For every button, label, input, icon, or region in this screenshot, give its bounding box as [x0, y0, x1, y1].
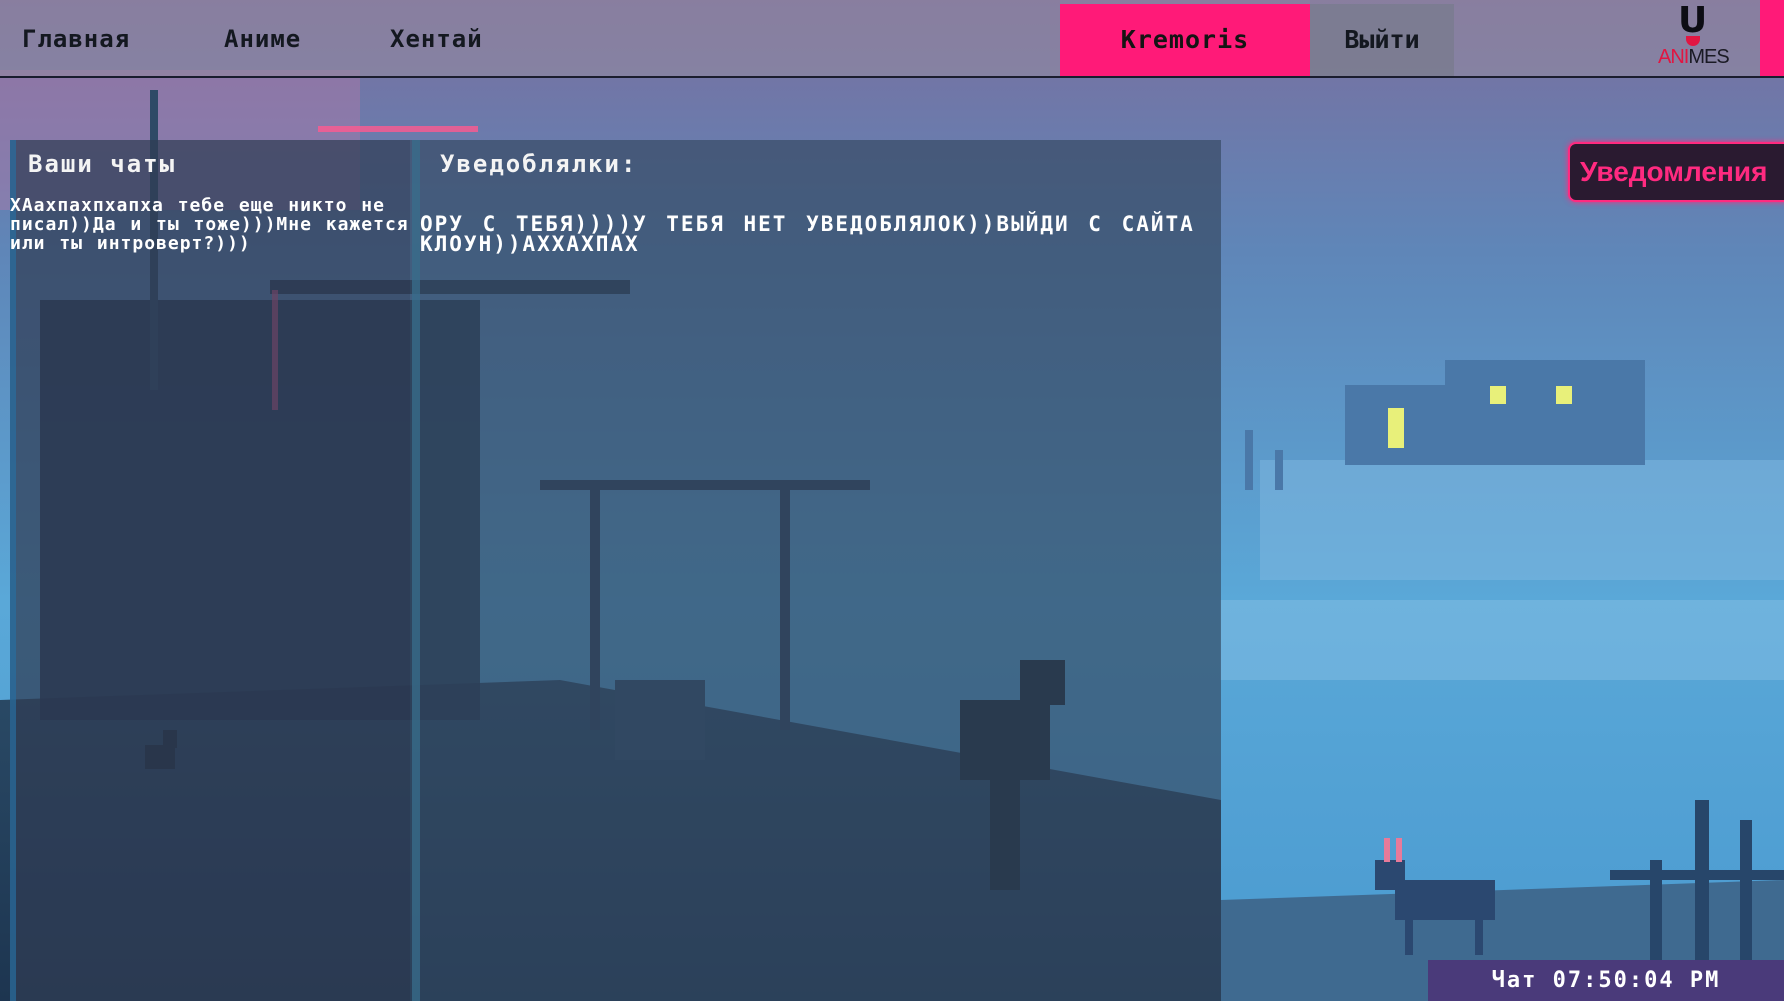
chat-panel: Ваши чаты ХАахпахпхапха тебе еще никто н… — [10, 140, 1221, 1001]
column-divider — [412, 140, 420, 1001]
logo-text: ANIMES — [1658, 46, 1730, 69]
logo-letter: U — [1678, 0, 1708, 41]
chats-column — [10, 140, 410, 1001]
panel-left-edge — [10, 140, 16, 1001]
nav-hentai-link[interactable]: Хентай — [390, 0, 483, 76]
logo-text-red: ANI — [1658, 46, 1689, 68]
nav-home-link[interactable]: Главная — [22, 0, 130, 76]
notifications-button[interactable]: Уведомления — [1568, 142, 1784, 202]
nav-user-profile-button[interactable]: Kremoris — [1060, 4, 1310, 76]
chat-label: Чат — [1491, 968, 1538, 993]
right-accent-bar — [1760, 0, 1784, 76]
chat-clock-bar[interactable]: Чат 07:50:04 PM — [1428, 960, 1784, 1001]
logo-heart-icon — [1686, 36, 1700, 46]
nav-anime-link[interactable]: Аниме — [224, 0, 301, 76]
site-logo[interactable]: U ANIMES — [1658, 0, 1732, 70]
top-navigation-bar: Главная Аниме Хентай Kremoris Выйти U AN… — [0, 0, 1784, 78]
notifications-message: ОРУ С ТЕБЯ))))У ТЕБЯ НЕТ УВЕДОБЛЯЛОК))ВЫ… — [420, 212, 1195, 256]
chat-message[interactable]: ХАахпахпхапха тебе еще никто не писал))Д… — [10, 196, 410, 253]
notifications-heading: Уведоблялки: — [440, 150, 638, 178]
nav-logout-button[interactable]: Выйти — [1310, 4, 1454, 76]
clock-time: 07:50:04 PM — [1552, 968, 1721, 993]
chats-heading: Ваши чаты — [28, 150, 177, 178]
logo-text-dark: MES — [1688, 46, 1729, 68]
